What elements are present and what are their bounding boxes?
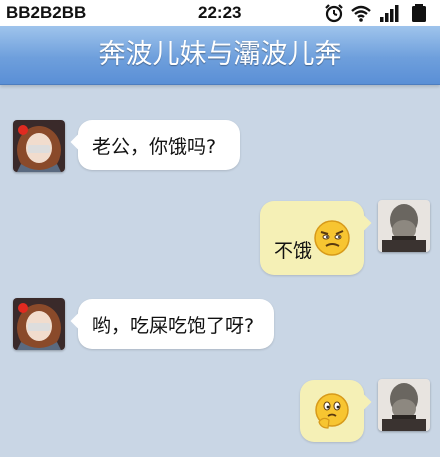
message-bubble-received[interactable]: 哟，吃屎吃饱了呀? xyxy=(70,299,274,349)
message-bubble-sent[interactable]: 不饿 xyxy=(260,201,372,275)
chat-title: 奔波儿妹与灞波儿奔 xyxy=(98,39,342,70)
message-bubble-received[interactable]: 老公，你饿吗? xyxy=(70,120,240,170)
message-bubble-sent[interactable] xyxy=(300,380,372,442)
avatar-monster[interactable] xyxy=(378,200,430,252)
wifi-icon xyxy=(350,3,372,28)
alarm-icon xyxy=(324,3,344,28)
message-text: 不饿 xyxy=(274,239,313,262)
signal-icon xyxy=(379,3,401,28)
status-icons xyxy=(324,3,434,23)
avatar-monster[interactable] xyxy=(378,379,430,431)
message-text: 哟，吃屎吃饱了呀? xyxy=(92,314,255,337)
status-time: 22:23 xyxy=(198,3,242,22)
avatar-girl[interactable] xyxy=(13,298,65,350)
status-bar: BB2B2BB 22:23 xyxy=(0,0,440,26)
chat-title-bar: 奔波儿妹与灞波儿奔 xyxy=(0,26,440,85)
thinking-face-emoji xyxy=(313,392,351,435)
battery-icon xyxy=(407,3,431,28)
chat-area[interactable]: 老公，你饿吗? 不饿 哟，吃屎吃饱了呀? xyxy=(0,84,440,457)
carrier-name: BB2B2BB xyxy=(6,3,87,22)
avatar-girl[interactable] xyxy=(13,120,65,172)
message-text: 老公，你饿吗? xyxy=(92,135,217,158)
smug-face-emoji xyxy=(313,219,351,262)
